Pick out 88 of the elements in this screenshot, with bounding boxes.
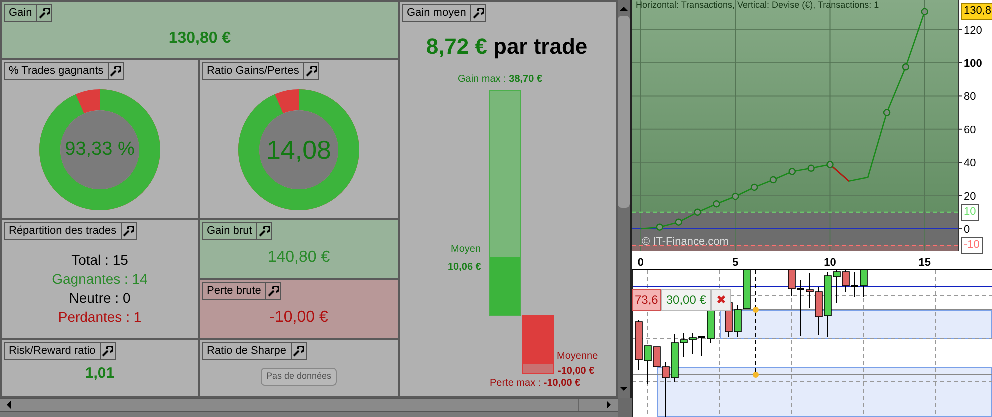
y-tick-label: 80: [964, 91, 976, 104]
settings-button[interactable]: [290, 343, 306, 359]
y-tick-label: 120: [964, 24, 982, 37]
settings-button[interactable]: [265, 283, 280, 299]
card-title: Perte brute: [206, 284, 262, 299]
no-data-button[interactable]: Pas de données: [261, 368, 337, 386]
scroll-down-icon[interactable]: [620, 386, 628, 392]
wrench-icon: [306, 66, 317, 76]
settings-button[interactable]: [108, 63, 123, 79]
data-point: [732, 193, 740, 200]
value-tag: 10: [961, 204, 980, 221]
average-label: Moyenne: [557, 350, 598, 364]
price-tag: 73,6: [632, 289, 662, 311]
scroll-up-icon[interactable]: [620, 6, 628, 12]
x-tick-label: 15: [918, 257, 931, 269]
data-point: [883, 109, 891, 116]
average-gain-value: 8,72 €: [426, 33, 488, 61]
trade-count: Perdantes : 1: [58, 308, 142, 327]
candle: [698, 336, 706, 356]
trade-count: Total : 15: [72, 251, 128, 270]
wrench-icon: [102, 346, 114, 356]
data-point: [750, 184, 758, 192]
data-point: [808, 164, 815, 172]
settings-button[interactable]: [120, 223, 136, 239]
x-tick-label: 10: [824, 257, 836, 269]
wrench-icon: [472, 8, 484, 18]
chart-title: Horizontal: Transactions, Vertical: Devise (€), Transactions: 1: [636, 0, 880, 10]
close-button[interactable]: ✖: [711, 289, 732, 311]
metric-value: -10,00 €: [270, 308, 328, 328]
average-gain-amount: 10,06 €: [448, 261, 482, 275]
data-point: [694, 208, 702, 216]
data-point: [788, 168, 796, 176]
candle: [852, 272, 858, 298]
metric-value: 1,01: [85, 364, 115, 384]
metric-value: 130,80 €: [168, 29, 232, 49]
data-point: [713, 200, 720, 208]
average-loss-amount: -10,00 €: [558, 365, 595, 379]
value-tag: -10: [961, 237, 983, 254]
wrench-icon: [123, 226, 134, 236]
candle: [798, 280, 804, 336]
trade-count: Neutre : 0: [69, 289, 131, 308]
scroll-right-icon[interactable]: [606, 401, 612, 409]
gauge-value: 14,08: [266, 134, 332, 166]
metric-value: 140,80 €: [268, 248, 330, 268]
card-title: Risk/Reward ratio: [8, 344, 97, 359]
data-point: [921, 8, 928, 16]
scroll-left-icon[interactable]: [6, 401, 12, 409]
y-tick-label: 20: [964, 190, 976, 203]
wrench-icon: [110, 66, 122, 76]
card-title: Ratio de Sharpe: [206, 344, 288, 359]
data-point: [826, 161, 834, 168]
x-tick-label: 5: [732, 257, 739, 269]
horizontal-scrollbar[interactable]: [0, 398, 618, 412]
data-point: [770, 176, 778, 184]
trade-count: Gagnantes : 14: [52, 270, 148, 289]
settings-button[interactable]: [303, 63, 318, 79]
average-label: Moyen: [451, 243, 482, 257]
y-tick-label: 0: [964, 224, 970, 236]
card-title: Gain moyen: [406, 6, 468, 21]
data-point: [675, 218, 682, 226]
settings-button[interactable]: [100, 343, 115, 359]
loss-segment: [830, 164, 850, 182]
wrench-icon: [38, 8, 50, 18]
y-tick-label: 40: [964, 158, 976, 170]
settings-button[interactable]: [470, 5, 486, 21]
max-loss-label: Perte max : -10,00 €: [490, 377, 581, 391]
x-tick-label: 0: [638, 257, 644, 269]
amount-tag: 30,00 €: [661, 289, 712, 311]
card-title: Répartition des trades: [8, 224, 118, 239]
vertical-scrollbar[interactable]: [618, 0, 632, 398]
card-title: Gain brut: [206, 224, 254, 239]
card-title: % Trades gagnants: [8, 64, 105, 79]
settings-button[interactable]: [36, 5, 52, 21]
watermark-text: © IT-Finance.com: [642, 235, 729, 250]
y-tick-label: 60: [964, 124, 976, 136]
y-tick-label: 100: [964, 58, 982, 70]
wrench-icon: [293, 346, 304, 356]
data-point: [902, 64, 910, 71]
wrench-icon: [258, 226, 270, 236]
card-title: Gain: [8, 6, 34, 21]
card-title: Ratio Gains/Pertes: [206, 64, 300, 79]
gauge-value: 93,33 %: [65, 138, 135, 162]
value-tag: 130,8: [961, 3, 992, 20]
wrench-icon: [268, 286, 279, 296]
per-trade-label: par trade: [494, 33, 588, 61]
max-gain-label: Gain max : 38,70 €: [458, 73, 543, 87]
settings-button[interactable]: [256, 223, 272, 239]
data-point: [656, 224, 664, 231]
